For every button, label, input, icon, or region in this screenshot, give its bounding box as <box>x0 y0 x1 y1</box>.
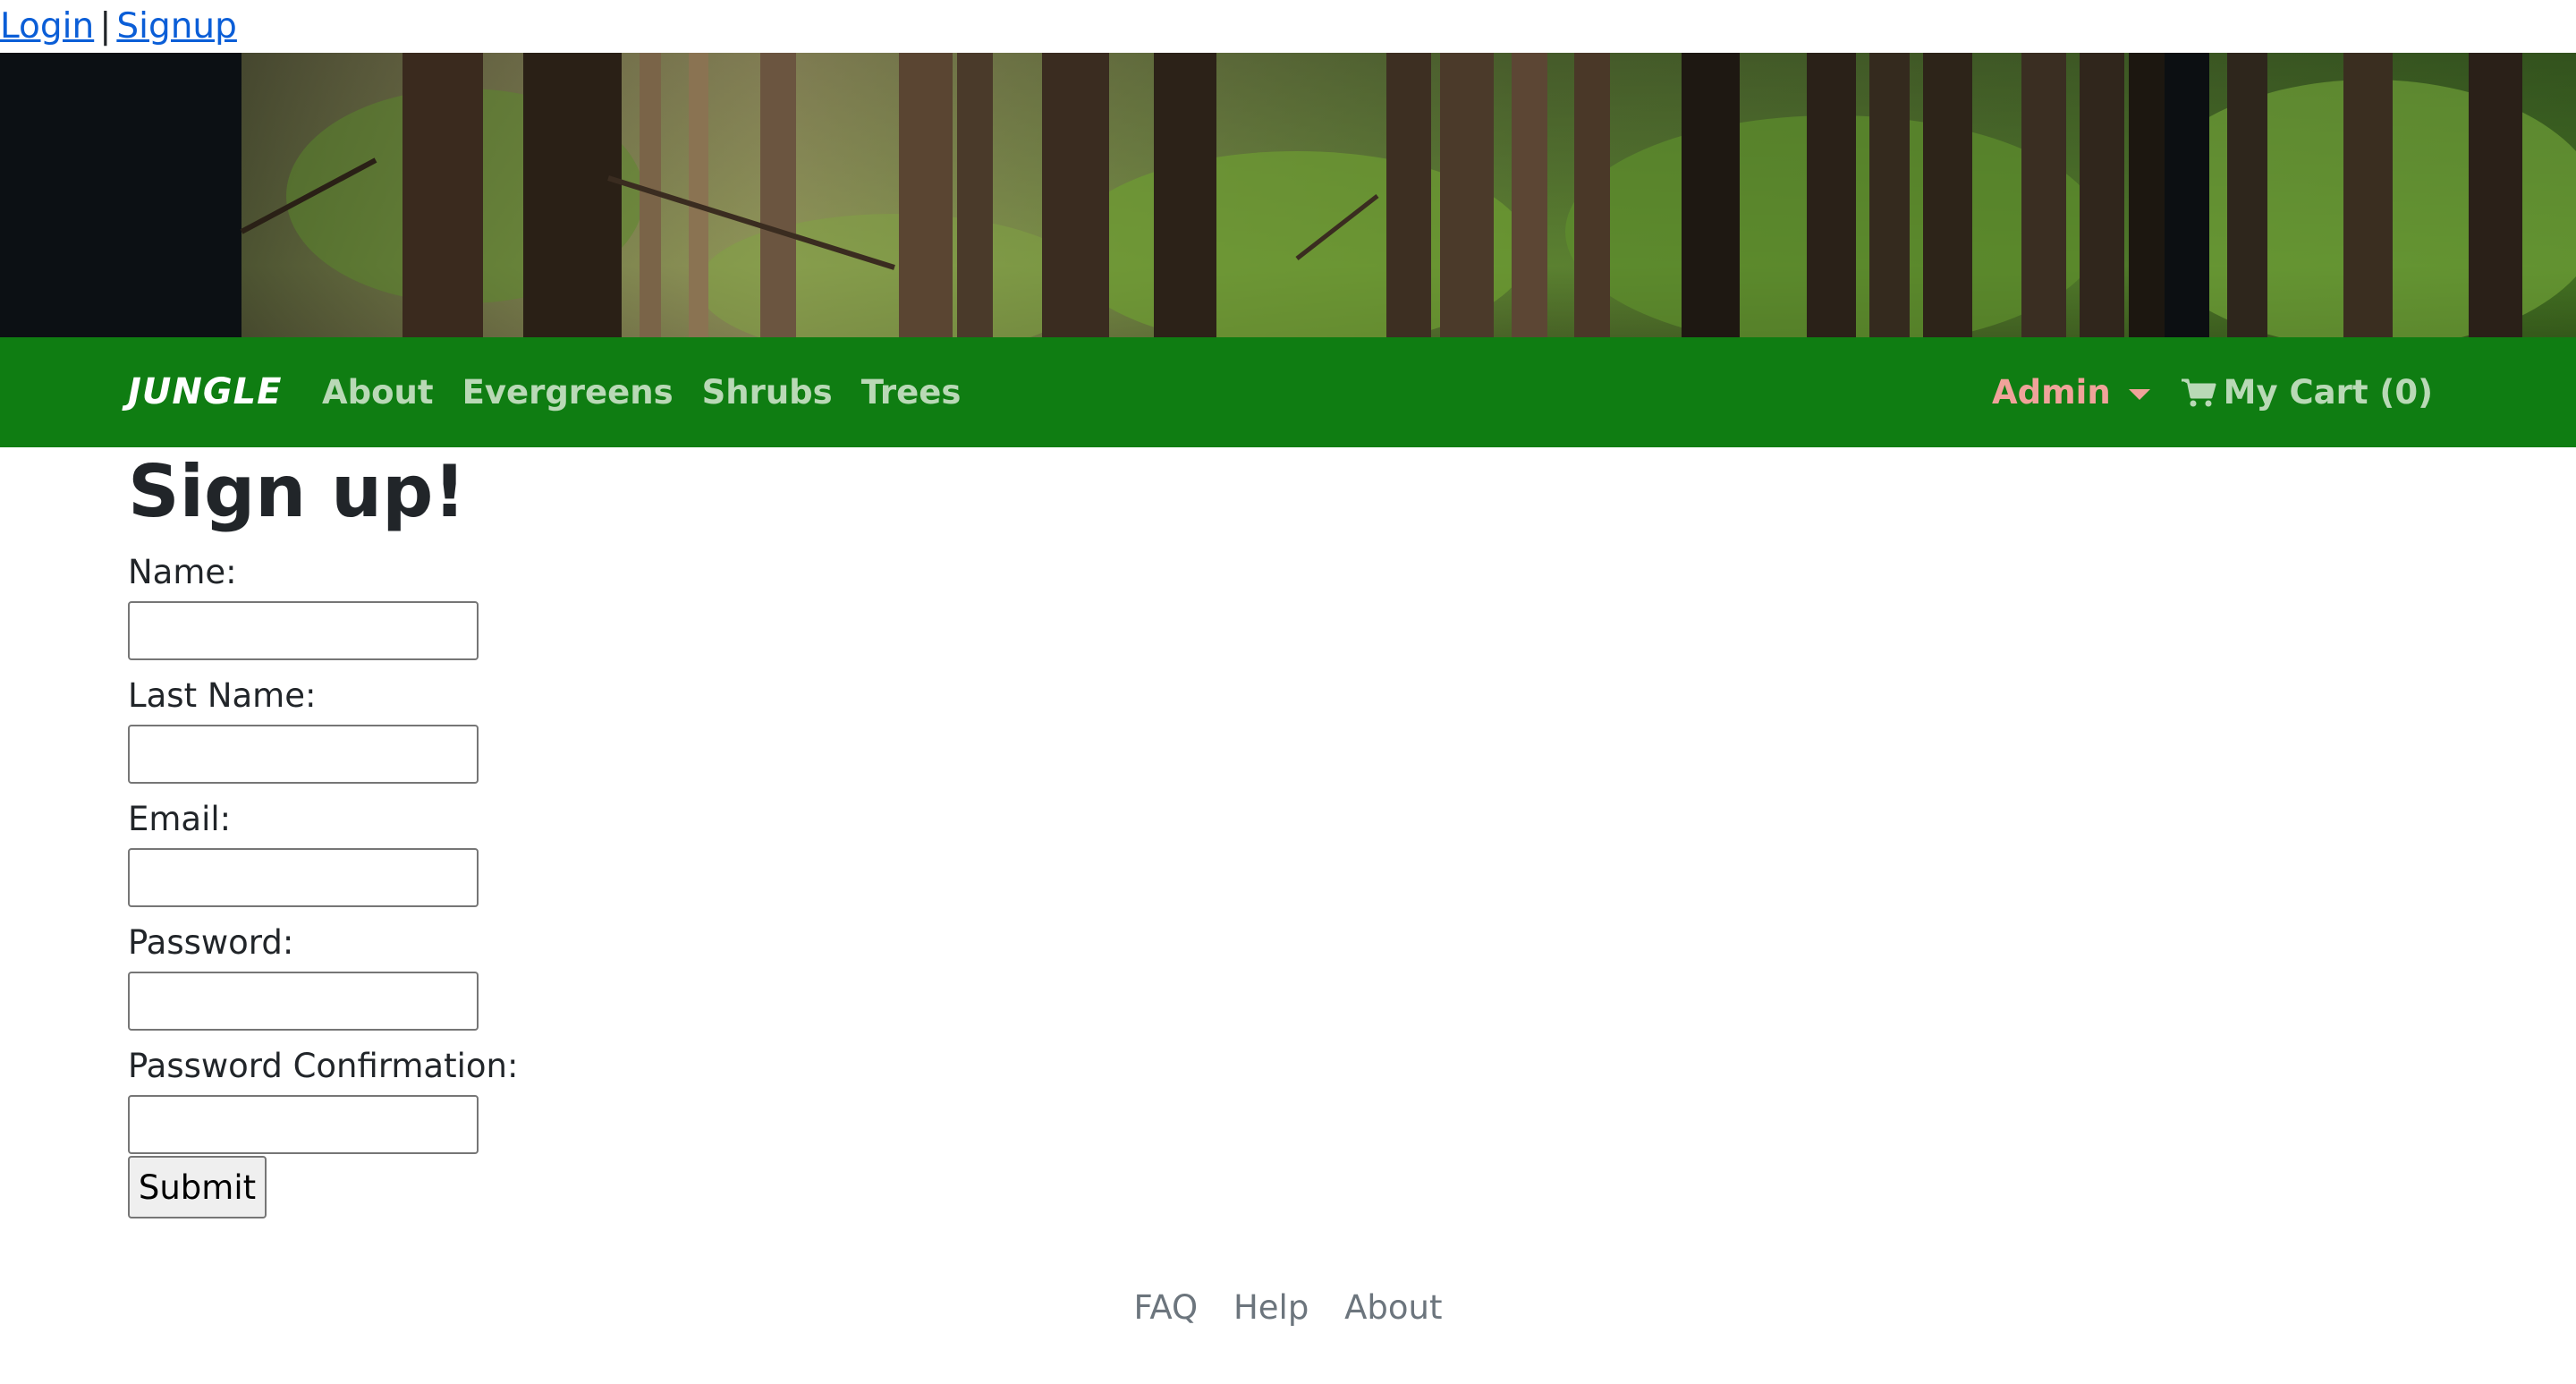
email-label: Email: <box>128 800 232 838</box>
shopping-cart-icon <box>2181 378 2216 406</box>
signup-form: Sign up! Name: Last Name: Email: Passwor… <box>128 447 843 1218</box>
nav-link-about[interactable]: About <box>322 373 434 412</box>
last-name-field[interactable] <box>128 725 479 784</box>
auth-links: Login | Signup <box>0 0 237 53</box>
password-label: Password: <box>128 923 294 962</box>
last-name-label: Last Name: <box>128 676 317 715</box>
brand-logo[interactable]: JUNGLE <box>128 337 282 447</box>
footer: FAQ Help About <box>0 1288 2576 1327</box>
nav-link-trees[interactable]: Trees <box>861 373 962 412</box>
nav-right: Admin My Cart (0) <box>1992 337 2433 447</box>
cart-label: My Cart (0) <box>2223 373 2433 412</box>
chevron-down-icon <box>2128 388 2150 400</box>
main-navbar: JUNGLE About Evergreens Shrubs Trees Adm… <box>0 337 2576 447</box>
nav-links: About Evergreens Shrubs Trees <box>322 337 989 447</box>
submit-button[interactable]: Submit <box>128 1156 267 1218</box>
forest-banner-image <box>0 53 2576 337</box>
name-field[interactable] <box>128 601 479 660</box>
email-field[interactable] <box>128 848 479 907</box>
cart-link[interactable]: My Cart (0) <box>2181 373 2433 412</box>
footer-link-help[interactable]: Help <box>1233 1288 1309 1327</box>
password-field[interactable] <box>128 972 479 1031</box>
password-confirmation-field[interactable] <box>128 1095 479 1154</box>
nav-link-shrubs[interactable]: Shrubs <box>702 373 833 412</box>
page-title: Sign up! <box>128 450 466 533</box>
admin-label: Admin <box>1991 373 2111 412</box>
admin-dropdown[interactable]: Admin <box>1992 373 2150 412</box>
login-link[interactable]: Login <box>0 6 94 47</box>
password-confirmation-label: Password Confirmation: <box>128 1047 519 1085</box>
auth-separator: | <box>99 6 112 47</box>
footer-link-about[interactable]: About <box>1344 1288 1442 1327</box>
footer-link-faq[interactable]: FAQ <box>1134 1288 1199 1327</box>
signup-link[interactable]: Signup <box>116 6 237 47</box>
nav-link-evergreens[interactable]: Evergreens <box>462 373 674 412</box>
name-label: Name: <box>128 553 237 591</box>
